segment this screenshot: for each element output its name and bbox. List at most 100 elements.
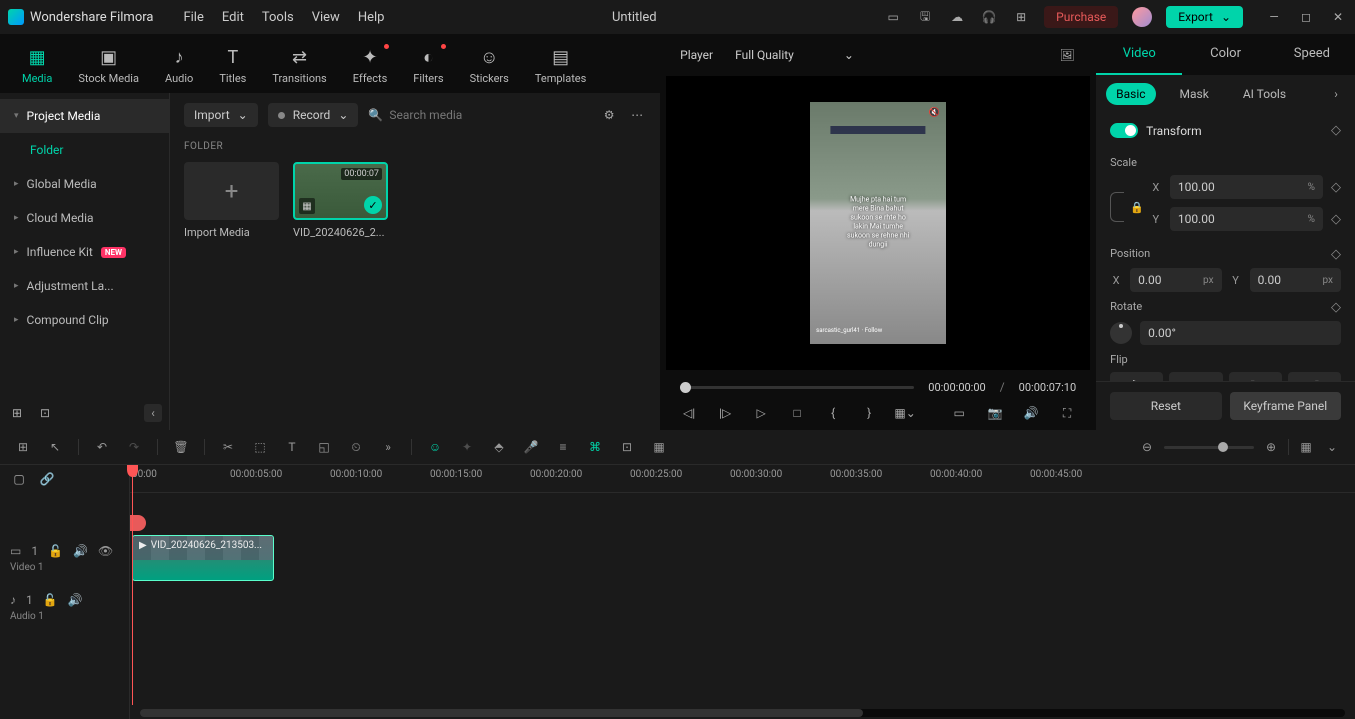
play-pause-button[interactable]: |▷	[716, 404, 734, 422]
player-viewport[interactable]: Mujhe pta hai tum mere Bina bahut sukoon…	[666, 76, 1090, 370]
prop-tab-color[interactable]: Color	[1182, 34, 1268, 75]
menu-view[interactable]: View	[312, 10, 340, 25]
rotate-ccw-button[interactable]: ↺	[1288, 372, 1341, 381]
grid-icon[interactable]: ⊞	[14, 438, 32, 456]
menu-tools[interactable]: Tools	[262, 10, 294, 25]
volume-button[interactable]: 🔊	[1022, 404, 1040, 422]
tab-stock-media[interactable]: ▣Stock Media	[68, 40, 149, 93]
prop-tab-video[interactable]: Video	[1096, 34, 1182, 75]
crop-button[interactable]: ⬚	[251, 438, 269, 456]
timeline-view-icon[interactable]: ▦	[1297, 438, 1315, 456]
headphones-icon[interactable]: 🎧	[980, 8, 998, 26]
sidebar-influence-kit[interactable]: ▸Influence KitNEW	[0, 235, 169, 269]
subtitle-icon[interactable]: ≡	[554, 438, 572, 456]
zoom-slider[interactable]	[1164, 446, 1254, 449]
transform-toggle[interactable]	[1110, 123, 1138, 138]
keyframe-icon[interactable]: ◇	[1331, 180, 1341, 195]
folder-options-icon[interactable]: ⊡	[36, 404, 54, 422]
timeline-scrollbar[interactable]	[140, 709, 1345, 717]
visibility-icon[interactable]: 👁	[98, 544, 113, 558]
menu-file[interactable]: File	[183, 10, 203, 25]
sidebar-adjustment-layer[interactable]: ▸Adjustment La...	[0, 269, 169, 303]
subtab-ai-tools[interactable]: AI Tools	[1233, 83, 1296, 105]
filter-icon[interactable]: ⚙	[600, 106, 618, 124]
purchase-button[interactable]: Purchase	[1044, 6, 1118, 28]
magnet-icon[interactable]: ⌘	[586, 438, 604, 456]
chevron-right-icon[interactable]: ›	[1327, 85, 1345, 103]
play-button[interactable]: ▷	[752, 404, 770, 422]
tab-effects[interactable]: ✦Effects	[343, 40, 398, 93]
keyframe-icon[interactable]: ◇	[1331, 212, 1341, 227]
delete-button[interactable]: 🗑	[172, 438, 190, 456]
playhead[interactable]	[132, 465, 133, 705]
link-icon[interactable]: 🔗	[38, 470, 56, 488]
import-media-tile[interactable]: + Import Media	[184, 162, 279, 239]
minimize-button[interactable]: —	[1265, 8, 1283, 26]
subtab-basic[interactable]: Basic	[1106, 83, 1155, 105]
track-layout-icon[interactable]: ▢	[10, 470, 28, 488]
save-icon[interactable]: 🖫	[916, 8, 934, 26]
prev-frame-button[interactable]: ◁|	[680, 404, 698, 422]
timeline-tracks-area[interactable]: 00:00 00:00:05:00 00:00:10:00 00:00:15:0…	[130, 465, 1355, 719]
mute-track-icon[interactable]: 🔊	[73, 544, 88, 558]
stop-button[interactable]: □	[788, 404, 806, 422]
subtab-mask[interactable]: Mask	[1170, 83, 1219, 105]
zoom-in-button[interactable]: ⊕	[1262, 438, 1280, 456]
keyframe-panel-button[interactable]: Keyframe Panel	[1230, 392, 1341, 420]
sidebar-project-media[interactable]: ▾Project Media	[0, 99, 169, 133]
image-tl-icon[interactable]: ▦	[650, 438, 668, 456]
video-track-header[interactable]: ▭1🔓🔊👁 Video 1	[0, 529, 129, 587]
tab-media[interactable]: ▦Media	[12, 40, 62, 93]
tab-transitions[interactable]: ⇄Transitions	[262, 40, 336, 93]
mic-icon[interactable]: 🎤	[522, 438, 540, 456]
text-button[interactable]: T	[283, 438, 301, 456]
lock-icon[interactable]: 🔓	[48, 544, 63, 558]
snapshot-button[interactable]: 📷	[986, 404, 1004, 422]
quality-dropdown[interactable]: Full Quality⌄	[727, 44, 862, 66]
flip-horizontal-button[interactable]: ⧎	[1110, 372, 1163, 381]
timeline-clip[interactable]: ▶VID_20240626_213503...	[132, 535, 274, 581]
scale-y-input[interactable]: 100.00%	[1170, 207, 1323, 231]
undo-button[interactable]: ↶	[93, 438, 111, 456]
record-dropdown[interactable]: Record⌄	[268, 103, 359, 127]
user-avatar[interactable]	[1132, 7, 1152, 27]
sidebar-compound-clip[interactable]: ▸Compound Clip	[0, 303, 169, 337]
marker-icon[interactable]: ⬘	[490, 438, 508, 456]
enhance-icon[interactable]: ✦	[458, 438, 476, 456]
cut-button[interactable]: ✂	[219, 438, 237, 456]
speed-button[interactable]: ⏲	[347, 438, 365, 456]
resize-button[interactable]: ◱	[315, 438, 333, 456]
image-icon[interactable]: 🖼	[1058, 46, 1076, 64]
rotate-cw-button[interactable]: ↻	[1229, 372, 1282, 381]
keyframe-icon[interactable]: ◇	[1331, 123, 1341, 138]
chevron-down-icon[interactable]: ⌄	[1323, 438, 1341, 456]
tab-templates[interactable]: ▤Templates	[525, 40, 596, 93]
import-dropdown[interactable]: Import⌄	[184, 103, 258, 127]
fullscreen-button[interactable]: ⛶	[1058, 404, 1076, 422]
pos-y-input[interactable]: 0.00px	[1250, 268, 1341, 292]
record-tl-icon[interactable]: ⊡	[618, 438, 636, 456]
rotate-knob[interactable]	[1110, 322, 1132, 344]
mark-in-button[interactable]: {	[824, 404, 842, 422]
pointer-icon[interactable]: ↖	[46, 438, 64, 456]
prop-tab-speed[interactable]: Speed	[1269, 34, 1355, 75]
collapse-sidebar-icon[interactable]: ‹	[144, 404, 162, 422]
scale-x-input[interactable]: 100.00%	[1170, 175, 1323, 199]
more-tools-icon[interactable]: »	[379, 438, 397, 456]
pos-x-input[interactable]: 0.00px	[1130, 268, 1221, 292]
frame-options-icon[interactable]: ▦⌄	[896, 404, 914, 422]
media-clip-tile[interactable]: 00:00:07 ▦ ✓ VID_20240626_2...	[293, 162, 388, 239]
sidebar-global-media[interactable]: ▸Global Media	[0, 167, 169, 201]
lock-icon[interactable]: 🔒	[1130, 201, 1144, 214]
timeline-ruler[interactable]: 00:00 00:00:05:00 00:00:10:00 00:00:15:0…	[130, 465, 1355, 493]
ai-button[interactable]: ☺	[426, 438, 444, 456]
export-button[interactable]: Export⌄	[1166, 6, 1243, 28]
audio-track-header[interactable]: ♪1🔓🔊 Audio 1	[0, 587, 129, 627]
device-icon[interactable]: ▭	[884, 8, 902, 26]
redo-button[interactable]: ↷	[125, 438, 143, 456]
display-icon[interactable]: ▭	[950, 404, 968, 422]
maximize-button[interactable]: ◻	[1297, 8, 1315, 26]
zoom-out-button[interactable]: ⊖	[1138, 438, 1156, 456]
tab-audio[interactable]: ♪Audio	[155, 40, 203, 93]
cloud-upload-icon[interactable]: ☁	[948, 8, 966, 26]
